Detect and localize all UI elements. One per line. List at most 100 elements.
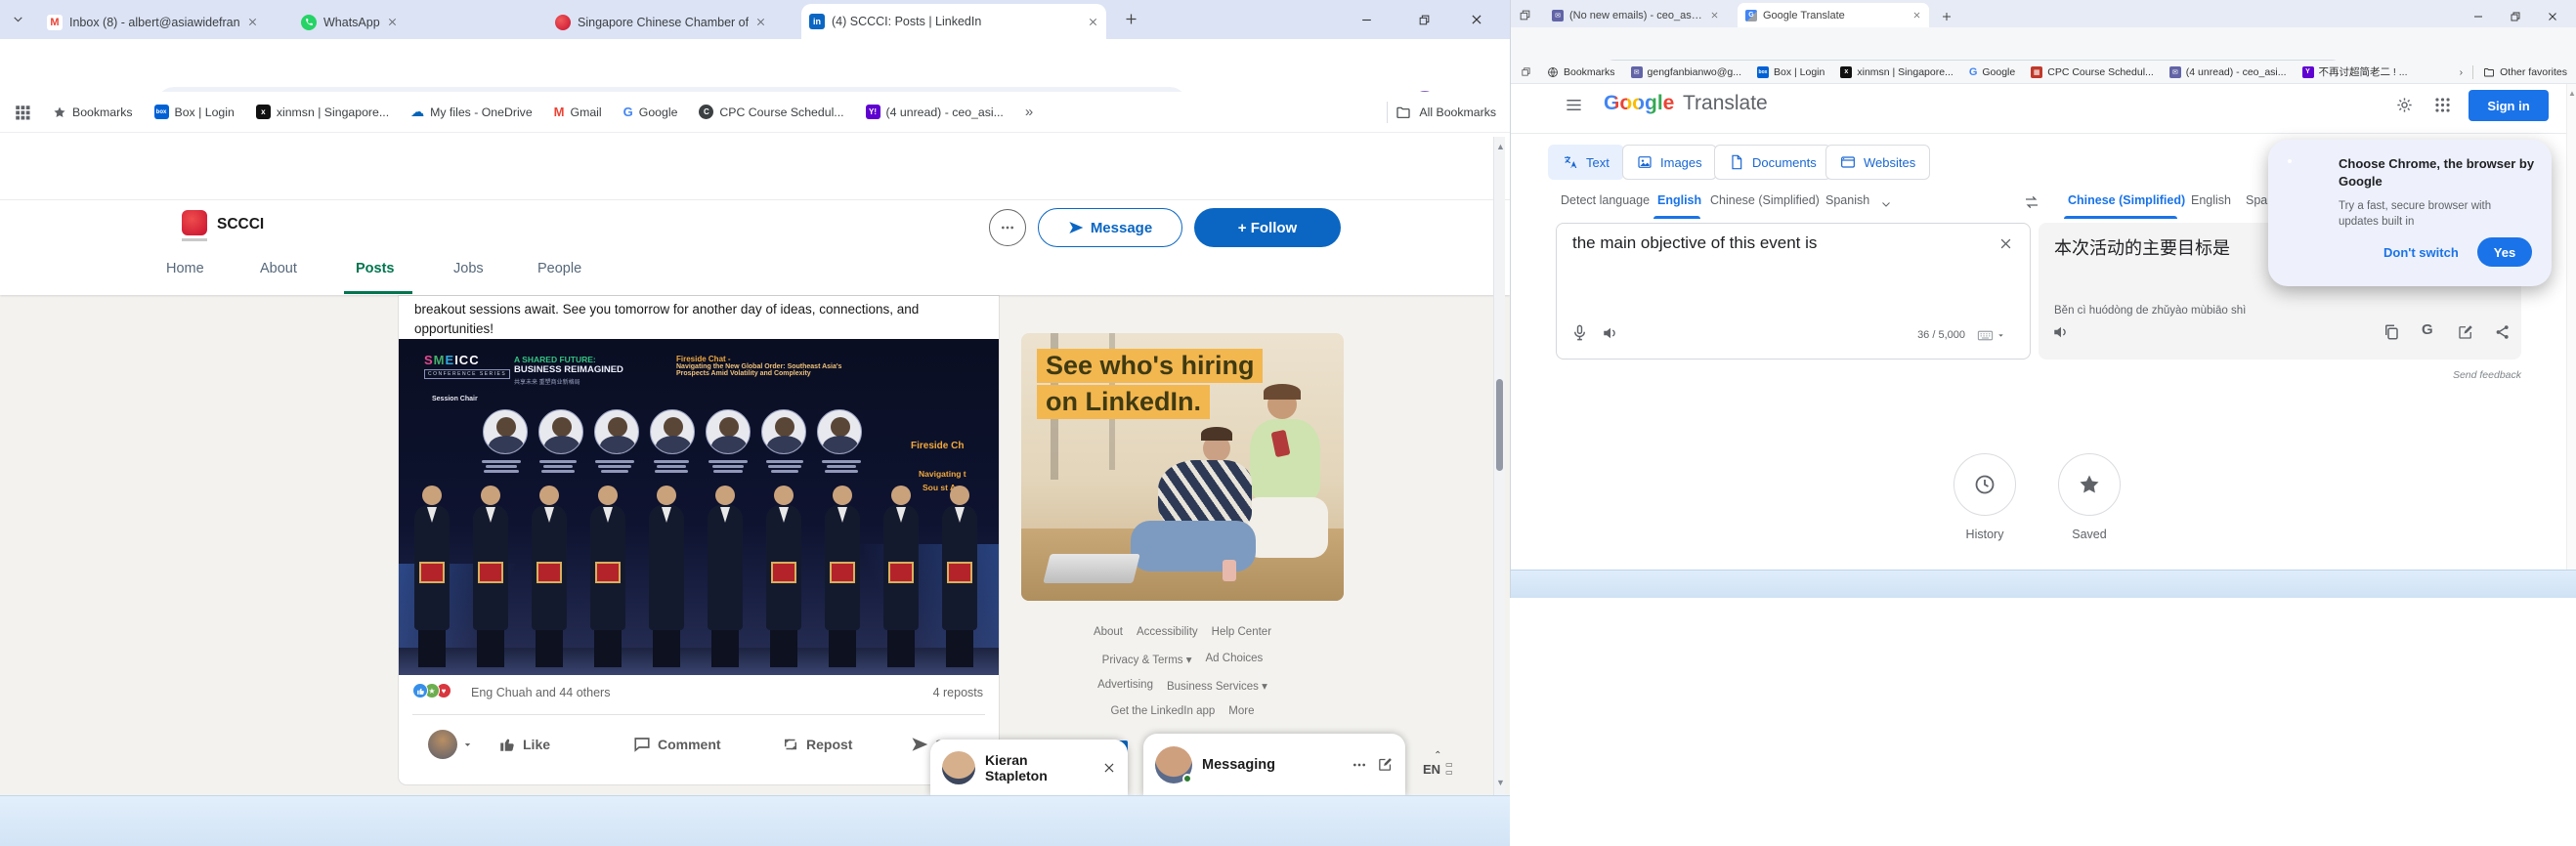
close-icon[interactable] — [1102, 761, 1116, 775]
minimize-button[interactable] — [2472, 8, 2484, 22]
scrollbar-thumb[interactable] — [1496, 379, 1503, 471]
close-icon[interactable] — [387, 17, 398, 27]
more-horizontal-icon[interactable] — [1352, 757, 1367, 773]
repost-button[interactable]: Repost — [782, 736, 852, 753]
listen-source-icon[interactable] — [1602, 324, 1619, 342]
social-proof-text[interactable]: Eng Chuah and 44 others — [471, 686, 610, 699]
bookmark-item[interactable]: box Box | Login — [153, 105, 235, 119]
tab-whatsapp[interactable]: WhatsApp — [293, 7, 541, 37]
source-lang-detect[interactable]: Detect language — [1561, 193, 1650, 207]
tab-search-chevron-icon[interactable] — [12, 11, 24, 25]
close-icon[interactable] — [1088, 17, 1098, 27]
company-tab-posts-active[interactable]: Posts — [356, 261, 395, 276]
bookmark-item[interactable]: M Gmail — [554, 105, 602, 119]
source-lang-chinese[interactable]: Chinese (Simplified) — [1710, 193, 1820, 207]
close-window-button[interactable] — [1455, 0, 1498, 39]
clear-source-icon[interactable] — [1998, 235, 2013, 251]
footer-link[interactable]: Business Services ▾ — [1167, 679, 1267, 693]
minimize-button[interactable] — [1345, 0, 1388, 39]
footer-link[interactable]: Help Center — [1212, 626, 1271, 638]
restore-button[interactable] — [1402, 0, 1445, 39]
messaging-panel[interactable]: Messaging — [1143, 734, 1405, 795]
footer-link[interactable]: Advertising — [1097, 679, 1153, 693]
scrollbar-up-arrow[interactable]: ▲ — [2568, 90, 2576, 98]
post-image[interactable]: SMEICC CONFERENCE SERIES Session Chair A… — [399, 339, 999, 675]
source-text-input[interactable]: the main objective of this event is — [1572, 233, 1983, 312]
source-lang-english[interactable]: English — [1657, 193, 1701, 207]
comment-button[interactable]: Comment — [633, 736, 721, 753]
target-lang-chinese[interactable]: Chinese (Simplified) — [2068, 193, 2185, 207]
hamburger-icon[interactable] — [1565, 96, 1583, 114]
favorite-item[interactable]: G Google — [1969, 66, 2015, 78]
footer-link[interactable]: Accessibility — [1137, 626, 1198, 638]
message-button[interactable]: Message — [1038, 208, 1182, 247]
company-tab-about[interactable]: About — [260, 261, 297, 276]
company-tab-jobs[interactable]: Jobs — [453, 261, 484, 276]
footer-link[interactable]: Get the LinkedIn app — [1111, 705, 1216, 717]
tab-actions-icon[interactable] — [1519, 7, 1531, 21]
tab-linkedin-active[interactable]: in (4) SCCCI: Posts | LinkedIn — [801, 4, 1106, 39]
edge-tab-mail[interactable]: ✉ (No new emails) - ceo_asiawide — [1544, 3, 1732, 27]
apps-grid-icon[interactable] — [14, 104, 31, 121]
favorite-item[interactable]: box Box | Login — [1757, 65, 1825, 78]
close-icon[interactable] — [755, 17, 766, 27]
restore-button[interactable] — [2510, 8, 2521, 22]
sidebar-icon[interactable] — [1521, 66, 1531, 77]
new-tab-button[interactable] — [1124, 11, 1138, 26]
tab-sccci-site[interactable]: Singapore Chinese Chamber of — [547, 7, 795, 37]
share-translation-icon[interactable] — [2494, 323, 2512, 341]
google-search-icon[interactable]: G — [2422, 321, 2433, 338]
source-lang-dropdown-chevron[interactable] — [1880, 195, 1892, 210]
saved-button[interactable]: Saved — [2058, 453, 2121, 541]
reaction-identity-switcher[interactable] — [428, 730, 473, 759]
page-scrollbar[interactable]: ▲ ▼ — [1493, 137, 1505, 795]
sign-in-button[interactable]: Sign in — [2469, 90, 2549, 121]
company-tab-people[interactable]: People — [537, 261, 581, 276]
follow-button[interactable]: + Follow — [1194, 208, 1341, 247]
favorite-item[interactable]: Y 不再讨超简老二 ! ... — [2301, 64, 2408, 79]
footer-link[interactable]: About — [1094, 626, 1123, 638]
mode-websites-chip[interactable]: Websites — [1825, 145, 1931, 180]
mode-text-chip[interactable]: Text — [1548, 145, 1624, 180]
history-button[interactable]: History — [1953, 453, 2016, 541]
source-lang-spanish[interactable]: Spanish — [1825, 193, 1869, 207]
chat-window-kieran[interactable]: Kieran Stapleton — [930, 740, 1128, 795]
bookmark-item[interactable]: ☁ My files - OneDrive — [410, 104, 533, 120]
new-tab-button[interactable] — [1941, 8, 1953, 22]
target-lang-english[interactable]: English — [2191, 193, 2231, 207]
bookmark-item[interactable]: Y! (4 unread) - ceo_asi... — [865, 105, 1004, 119]
ime-language-indicator[interactable]: ⌃ EN ▭ ▭ — [1423, 750, 1453, 777]
close-icon[interactable] — [1710, 11, 1719, 20]
dont-switch-button[interactable]: Don't switch — [2383, 245, 2459, 260]
like-button[interactable]: Like — [498, 736, 550, 753]
yes-button[interactable]: Yes — [2477, 237, 2532, 267]
close-icon[interactable] — [1912, 11, 1921, 20]
reactions-cluster[interactable]: ★ ♥ — [412, 683, 451, 698]
reposts-count[interactable]: 4 reposts — [933, 686, 983, 699]
company-overflow-button[interactable] — [989, 209, 1026, 246]
footer-link[interactable]: Privacy & Terms ▾ — [1102, 653, 1192, 666]
close-icon[interactable] — [247, 17, 258, 27]
mic-icon[interactable] — [1570, 323, 1589, 342]
favorite-item[interactable]: ✉ (4 unread) - ceo_asi... — [2168, 65, 2287, 78]
all-bookmarks-button[interactable]: All Bookmarks — [1387, 101, 1496, 123]
other-favorites-folder[interactable]: Other favorites — [2483, 66, 2567, 78]
favorite-item[interactable]: ▦ CPC Course Schedul... — [2031, 65, 2154, 78]
swap-languages-icon[interactable] — [2023, 193, 2040, 211]
bookmark-item[interactable]: G Google — [623, 105, 678, 119]
company-tab-home[interactable]: Home — [166, 261, 204, 276]
footer-link[interactable]: More — [1228, 705, 1254, 717]
mode-images-chip[interactable]: Images — [1622, 145, 1717, 180]
translate-scrollbar[interactable]: ▲ — [2566, 84, 2576, 570]
compose-icon[interactable] — [1377, 756, 1394, 773]
keyboard-icon[interactable] — [1977, 327, 2005, 344]
ad-card[interactable]: See who's hiring on LinkedIn. — [1021, 333, 1344, 601]
tab-gmail[interactable]: M Inbox (8) - albert@asiawidefran — [39, 7, 287, 37]
send-feedback-link[interactable]: Send feedback — [2390, 369, 2521, 381]
favorite-item[interactable]: ✉ gengfanbianwo@g... — [1630, 65, 1741, 78]
gear-icon[interactable] — [2395, 96, 2414, 114]
bookmark-item[interactable]: Bookmarks — [53, 106, 133, 119]
favorite-item[interactable]: Bookmarks — [1547, 66, 1615, 78]
bookmark-item[interactable]: C CPC Course Schedul... — [699, 105, 844, 119]
copy-translation-icon[interactable] — [2383, 323, 2400, 341]
